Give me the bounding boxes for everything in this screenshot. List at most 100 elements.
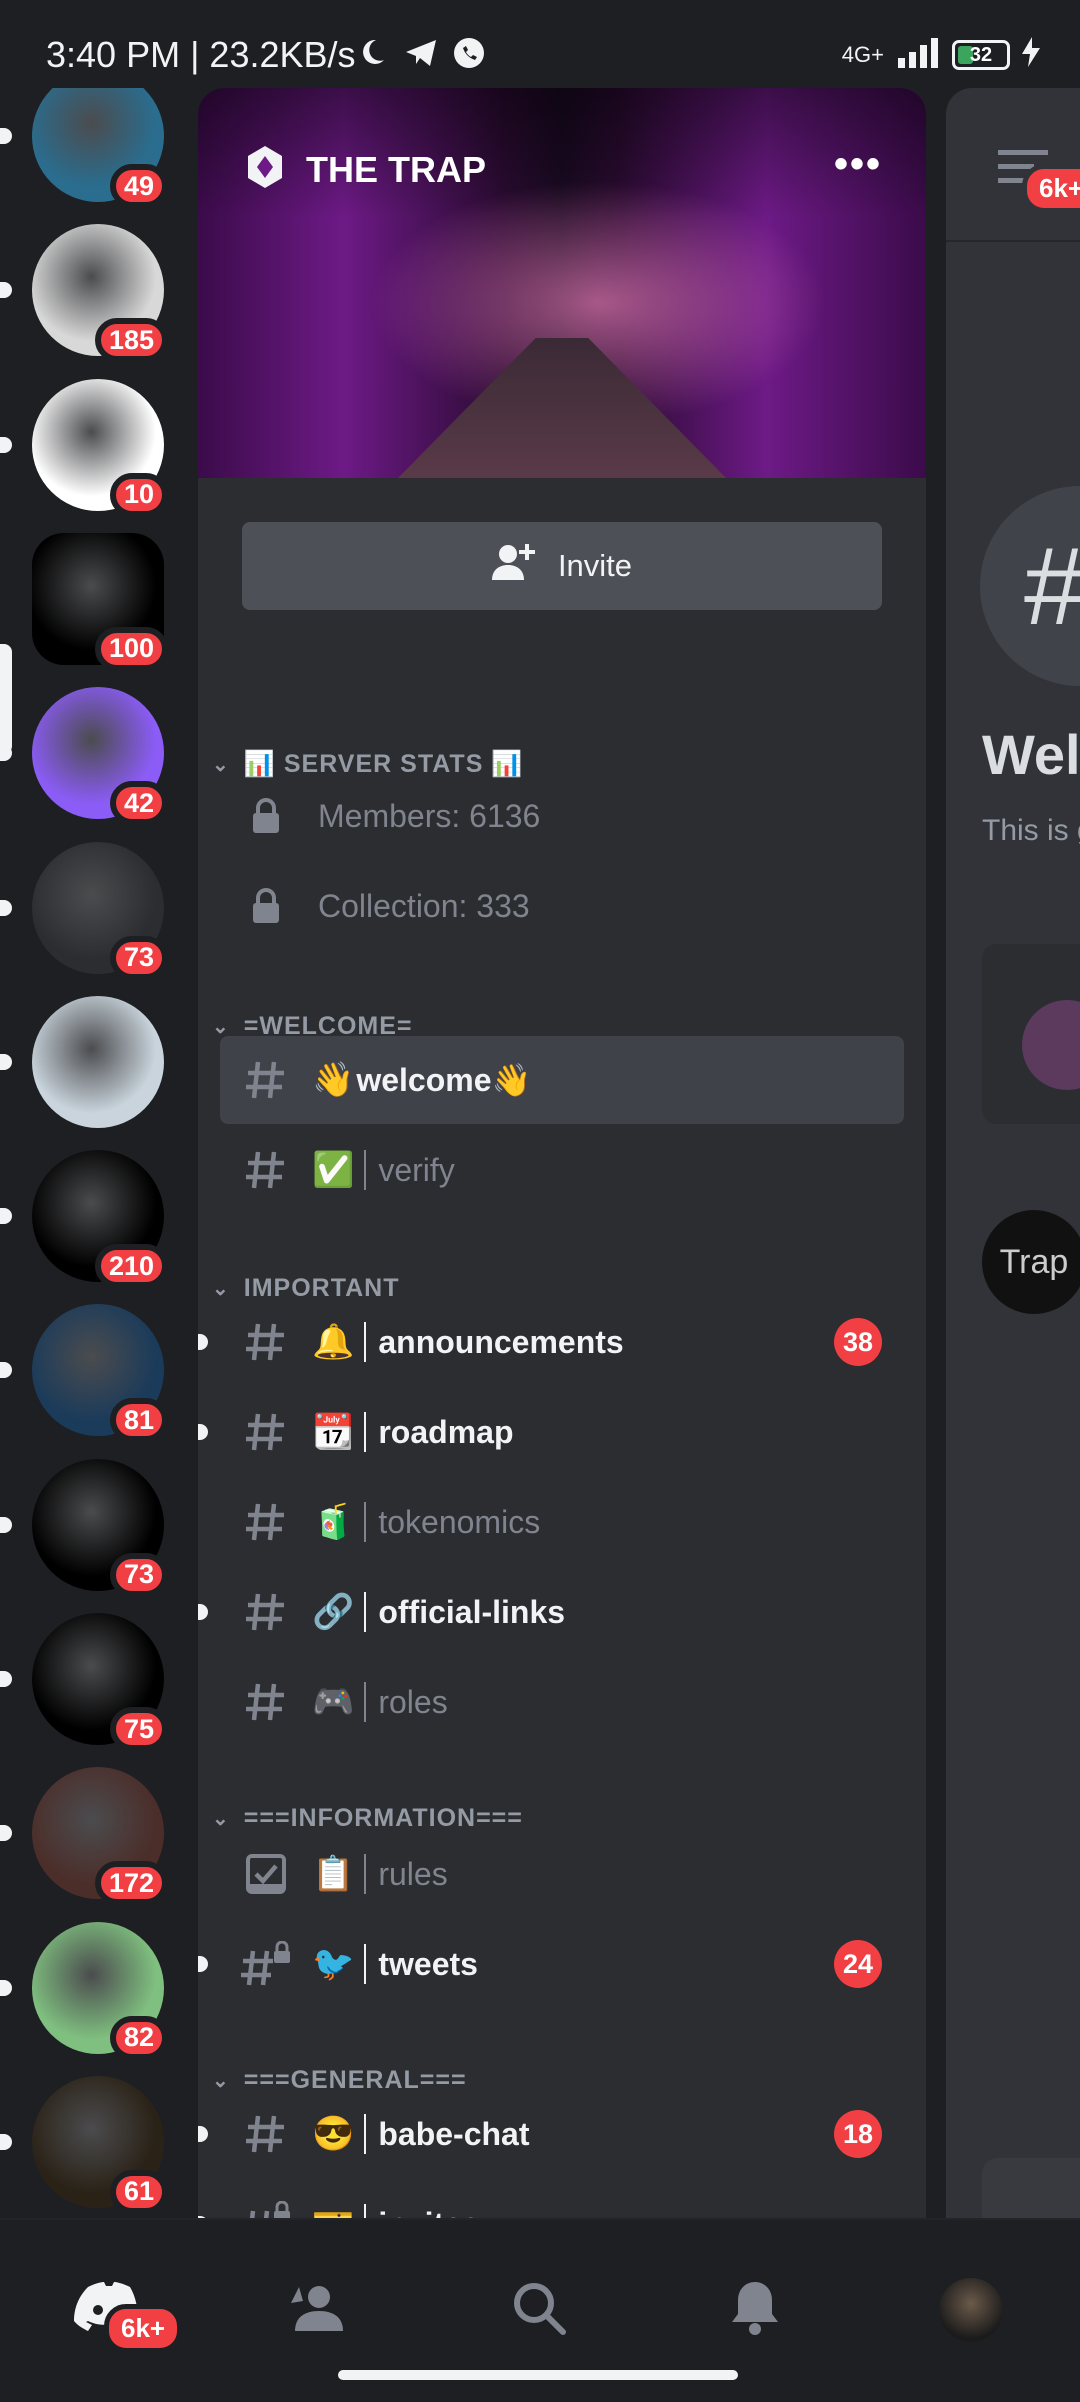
unread-indicator (0, 282, 12, 299)
welcome-title: Wel (982, 723, 1080, 786)
channel-emoji: 👋 (312, 1061, 355, 1099)
server-item[interactable]: 61 (0, 2075, 168, 2214)
channel-announcements[interactable]: 🔔 announcements 38 (198, 1298, 904, 1386)
channel-babe-chat[interactable]: 😎 babe-chat 18 (198, 2090, 904, 2178)
nav-profile[interactable] (926, 2270, 1016, 2350)
dg-sketch-logo (32, 995, 164, 1128)
whatsapp-icon (452, 36, 486, 75)
invite-button[interactable]: Invite (242, 522, 882, 610)
channel-separator (364, 1682, 367, 1722)
channel-separator (364, 1502, 367, 1542)
telegram-icon (404, 38, 438, 73)
server-item[interactable]: 82 (0, 1921, 168, 2060)
channel-separator (364, 2114, 367, 2154)
channel-collection[interactable]: Collection: 333 (220, 862, 904, 950)
server-list[interactable]: 49 185 10 100 42 73 210 81 73 75 172 82 61 (0, 88, 196, 2218)
server-badge: 210 (94, 1244, 168, 1289)
channel-invites[interactable]: 🎫 invites (198, 2180, 904, 2219)
channel-separator (364, 1412, 367, 1452)
server-badge: 81 (109, 1398, 168, 1443)
channel-official-links[interactable]: 🔗 official-links (198, 1568, 904, 1656)
channel-rules[interactable]: 📋 rules (220, 1830, 904, 1918)
channel-tokenomics[interactable]: 🧃 tokenomics (220, 1478, 904, 1566)
hash-icon (220, 1410, 312, 1454)
server-item[interactable]: 100 (32, 532, 168, 671)
server-badge: 73 (109, 1552, 168, 1597)
unread-indicator (0, 436, 12, 453)
unread-indicator (0, 1516, 12, 1533)
welcome-description: This is get sta (982, 814, 1080, 847)
channel-members[interactable]: Members: 6136 (220, 772, 904, 860)
message-input[interactable] (982, 2158, 1080, 2218)
unread-indicator (0, 899, 12, 916)
server-item[interactable]: 210 (0, 1150, 168, 1289)
hash-icon (220, 1680, 312, 1724)
channel-tweets[interactable]: 🐦 tweets 24 (198, 1920, 904, 2008)
nav-search[interactable] (494, 2270, 584, 2350)
moon-icon (356, 36, 388, 73)
chat-header: 6k+ (946, 88, 1080, 242)
server-item[interactable]: 75 (0, 1613, 168, 1751)
home-indicator[interactable] (338, 2370, 738, 2380)
unread-indicator (0, 1208, 12, 1225)
hash-icon (220, 1500, 312, 1544)
more-options-button[interactable]: ••• (834, 142, 882, 187)
server-item[interactable]: 49 (0, 88, 168, 208)
server-item[interactable]: 172 (0, 1767, 168, 1906)
hash-icon (220, 1320, 312, 1364)
server-badge: 185 (94, 318, 168, 363)
channel-label: rules (378, 1855, 448, 1892)
channel-separator (364, 1592, 367, 1632)
channel-label: roadmap (378, 1413, 514, 1450)
search-icon (511, 2280, 567, 2341)
unread-indicator (0, 1362, 12, 1379)
server-item[interactable]: 10 (0, 378, 168, 517)
channel-roles[interactable]: 🎮 roles (220, 1658, 904, 1746)
channel-roadmap[interactable]: 📆 roadmap (198, 1388, 904, 1476)
channel-label: tweets (378, 1945, 478, 1982)
nav-notifications[interactable] (710, 2270, 800, 2350)
channel-label: Collection: 333 (318, 887, 530, 924)
channel-category[interactable]: ⌄ ===INFORMATION=== (212, 1804, 523, 1833)
channel-separator (364, 1854, 367, 1894)
unread-indicator (0, 2133, 12, 2150)
channel-emoji: 🎮 (312, 1683, 355, 1721)
channel-welcome[interactable]: 👋 welcome👋 (220, 1036, 904, 1124)
nav-friends[interactable] (274, 2270, 364, 2350)
channel-emoji: 🎫 (312, 2204, 354, 2218)
server-item[interactable] (0, 995, 164, 1128)
channel-verify[interactable]: ✅ verify (220, 1126, 904, 1214)
server-header[interactable]: THE TRAP (242, 144, 486, 195)
chat-panel-preview[interactable]: 6k+ # Wel This is get sta Trap (946, 88, 1080, 2218)
server-badge: 82 (109, 2015, 168, 2060)
channel-emoji: 🧃 (312, 1503, 355, 1541)
server-item[interactable]: 73 (0, 1458, 168, 1597)
channel-label: invites (378, 2206, 479, 2219)
unread-indicator (0, 1979, 12, 1996)
status-indicators: 4G+ 32 (842, 36, 1040, 74)
server-badge: 49 (109, 164, 168, 208)
message-avatar[interactable]: Trap (982, 1210, 1080, 1314)
chat-unread-badge: 6k+ (1022, 164, 1080, 213)
hash-icon (220, 1590, 312, 1634)
channel-separator (364, 1322, 367, 1362)
welcome-card[interactable] (982, 944, 1080, 1124)
unread-indicator (0, 1053, 12, 1070)
selected-server-indicator (0, 644, 12, 754)
unread-indicator (198, 1604, 208, 1620)
channel-emoji: 🐦 (312, 1945, 355, 1983)
unread-indicator (0, 1671, 12, 1687)
channel-label: Members: 6136 (318, 797, 541, 834)
server-item[interactable]: 73 (0, 841, 168, 980)
unread-indicator (0, 128, 12, 144)
channel-panel: THE TRAP ••• Invite ⌄ 📊 SERVER STATS 📊 Mem… (198, 88, 926, 2218)
mention-badge: 38 (834, 1318, 882, 1366)
mention-badge: 24 (834, 1940, 882, 1988)
channel-emoji: 😎 (312, 2115, 355, 2153)
server-badge: 100 (94, 626, 168, 671)
server-item[interactable]: 42 (0, 687, 168, 826)
server-item[interactable]: 81 (0, 1304, 168, 1443)
bell-icon (729, 2280, 781, 2341)
server-item[interactable]: 185 (0, 224, 168, 363)
home-badge: 6k+ (104, 2304, 183, 2353)
